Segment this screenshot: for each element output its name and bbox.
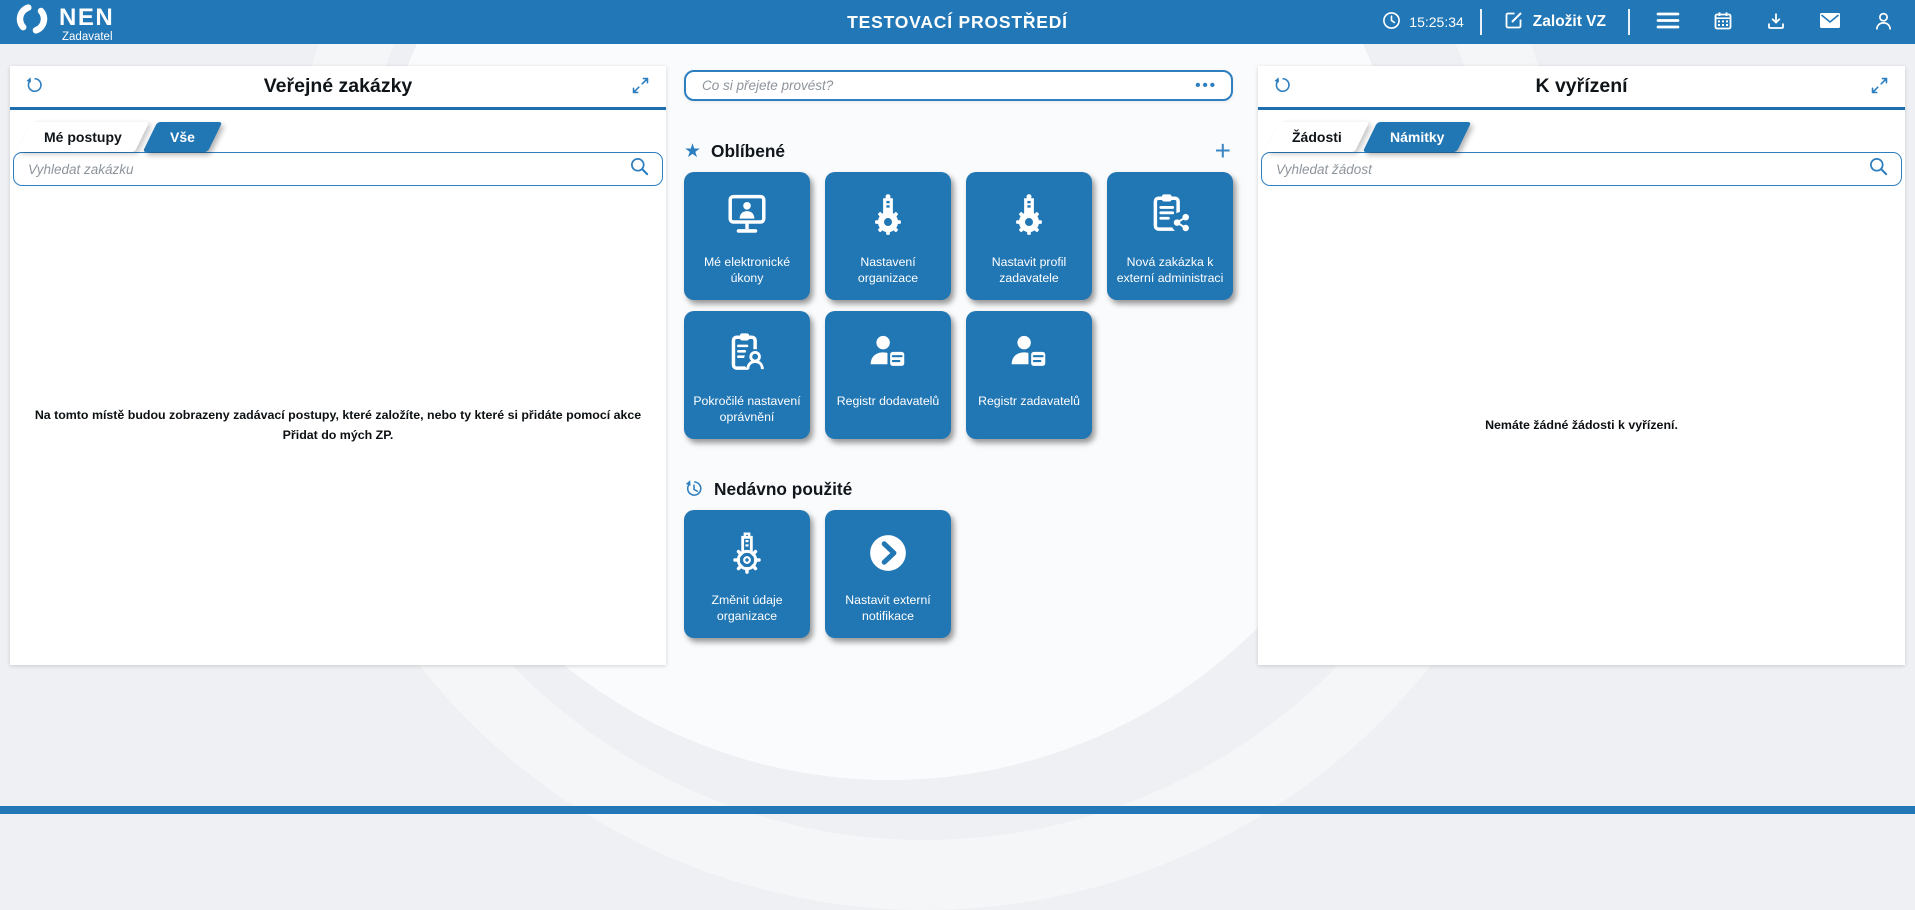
topbar-actions: 15:25:34 Založit VZ bbox=[1382, 9, 1915, 36]
tile-nastavit-externi-notifikace[interactable]: Nastavit externí notifikace bbox=[825, 510, 951, 638]
left-expand-button[interactable] bbox=[630, 75, 651, 99]
recent-title: Nedávno použité bbox=[714, 478, 853, 499]
menu-icon bbox=[1656, 11, 1680, 33]
tab-zadosti[interactable]: Žádosti bbox=[1264, 122, 1370, 152]
command-box: ••• bbox=[684, 70, 1233, 101]
left-panel-tabs: Mé postupy Vše bbox=[16, 122, 666, 152]
left-search-box bbox=[13, 152, 663, 186]
search-icon[interactable] bbox=[1868, 156, 1889, 182]
recent-tiles: Změnit údaje organizace Nastavit externí… bbox=[684, 510, 1233, 638]
left-panel-title: Veřejné zakázky bbox=[263, 75, 413, 97]
dashboard-center: ••• ★ Oblíbené + Mé elektronické úkony N… bbox=[684, 66, 1233, 638]
right-panel-header: K vyřízení bbox=[1258, 66, 1905, 110]
user-document-icon bbox=[966, 311, 1092, 393]
right-panel-tabs: Žádosti Námitky bbox=[1264, 122, 1905, 152]
favorites-tiles: Mé elektronické úkony Nastavení organiza… bbox=[684, 172, 1233, 439]
history-icon bbox=[684, 479, 704, 499]
user-document-icon bbox=[825, 311, 951, 393]
brand-subtitle: Zadavatel bbox=[62, 30, 113, 43]
brand-logo[interactable]: NEN Zadavatel bbox=[14, 1, 114, 44]
left-empty-area: Na tomto místě budou zobrazeny zadávací … bbox=[10, 186, 666, 665]
clipboard-user-icon bbox=[684, 311, 810, 393]
tile-nastaveni-organizace[interactable]: Nastavení organizace bbox=[825, 172, 951, 300]
add-favorite-button[interactable]: + bbox=[1213, 137, 1233, 165]
tile-registr-zadavatelu[interactable]: Registr zadavatelů bbox=[966, 311, 1092, 439]
clipboard-share-icon bbox=[1107, 172, 1233, 254]
search-icon[interactable] bbox=[629, 156, 650, 182]
tile-pokrocile-nastaveni-opravneni[interactable]: Pokročilé nastavení oprávnění bbox=[684, 311, 810, 439]
mail-icon bbox=[1819, 12, 1841, 32]
favorites-title: Oblíbené bbox=[711, 140, 785, 161]
menu-button[interactable] bbox=[1656, 11, 1680, 33]
star-icon: ★ bbox=[684, 140, 702, 162]
download-button[interactable] bbox=[1766, 11, 1786, 34]
search-zadost-input[interactable] bbox=[1274, 160, 1868, 178]
refresh-icon bbox=[1273, 76, 1292, 98]
favorites-header: ★ Oblíbené + bbox=[684, 137, 1233, 165]
tab-namitky[interactable]: Námitky bbox=[1362, 122, 1472, 152]
panel-k-vyrizeni: K vyřízení Žádosti Námitky Nemáte žádné … bbox=[1258, 66, 1905, 665]
monitor-user-icon bbox=[684, 172, 810, 254]
refresh-icon bbox=[25, 76, 44, 98]
right-empty-area: Nemáte žádné žádosti k vyřízení. bbox=[1258, 186, 1905, 665]
topbar: NEN Zadavatel TESTOVACÍ PROSTŘEDÍ 15:25:… bbox=[0, 0, 1915, 44]
topbar-divider bbox=[1628, 9, 1630, 35]
user-button[interactable] bbox=[1874, 11, 1893, 34]
more-options-button[interactable]: ••• bbox=[1195, 78, 1217, 93]
right-empty-state-text: Nemáte žádné žádosti k vyřízení. bbox=[1485, 417, 1678, 432]
recent-header: Nedávno použité bbox=[684, 477, 1233, 501]
create-vz-label: Založit VZ bbox=[1532, 13, 1606, 30]
gear-building-outline-icon bbox=[684, 510, 810, 592]
tile-registr-dodavatelu[interactable]: Registr dodavatelů bbox=[825, 311, 951, 439]
clock-icon bbox=[1382, 11, 1401, 33]
right-panel-title: K vyřízení bbox=[1535, 75, 1628, 97]
bottom-bar bbox=[0, 806, 1915, 814]
tab-me-postupy[interactable]: Mé postupy bbox=[16, 122, 150, 152]
clock-display: 15:25:34 bbox=[1382, 11, 1464, 33]
expand-icon bbox=[630, 75, 651, 99]
environment-title: TESTOVACÍ PROSTŘEDÍ bbox=[847, 11, 1068, 32]
left-panel-header: Veřejné zakázky bbox=[10, 66, 666, 110]
clock-time: 15:25:34 bbox=[1409, 14, 1464, 30]
panel-verejne-zakazky: Veřejné zakázky Mé postupy Vše Na tomto … bbox=[10, 66, 666, 665]
tile-zmenit-udaje-organizace[interactable]: Změnit údaje organizace bbox=[684, 510, 810, 638]
tile-nova-zakazka-k-externi-administraci[interactable]: Nová zakázka k externí administraci bbox=[1107, 172, 1233, 300]
download-icon bbox=[1766, 11, 1786, 34]
expand-icon bbox=[1869, 75, 1890, 99]
tile-me-elektronicke-ukony[interactable]: Mé elektronické úkony bbox=[684, 172, 810, 300]
arrow-circle-icon bbox=[825, 510, 951, 592]
left-empty-state-text: Na tomto místě budou zobrazeny zadávací … bbox=[34, 408, 642, 442]
user-icon bbox=[1874, 11, 1893, 34]
right-refresh-button[interactable] bbox=[1273, 76, 1292, 98]
topbar-icon-buttons bbox=[1656, 11, 1893, 34]
nen-logo-icon bbox=[14, 1, 50, 42]
command-input[interactable] bbox=[700, 77, 1196, 94]
tab-vse[interactable]: Vše bbox=[142, 122, 223, 152]
gear-building-icon bbox=[825, 172, 951, 254]
search-zakazka-input[interactable] bbox=[26, 160, 629, 178]
edit-icon bbox=[1504, 10, 1524, 35]
right-expand-button[interactable] bbox=[1869, 75, 1890, 99]
gear-building-icon bbox=[966, 172, 1092, 254]
mail-button[interactable] bbox=[1819, 12, 1841, 32]
left-refresh-button[interactable] bbox=[25, 76, 44, 98]
calendar-icon bbox=[1713, 11, 1733, 34]
topbar-divider bbox=[1479, 9, 1482, 35]
tile-nastavit-profil-zadavatele[interactable]: Nastavit profil zadavatele bbox=[966, 172, 1092, 300]
create-vz-button[interactable]: Založit VZ bbox=[1498, 9, 1612, 36]
calendar-button[interactable] bbox=[1713, 11, 1733, 34]
right-search-box bbox=[1261, 152, 1902, 186]
brand-title: NEN bbox=[59, 3, 115, 31]
